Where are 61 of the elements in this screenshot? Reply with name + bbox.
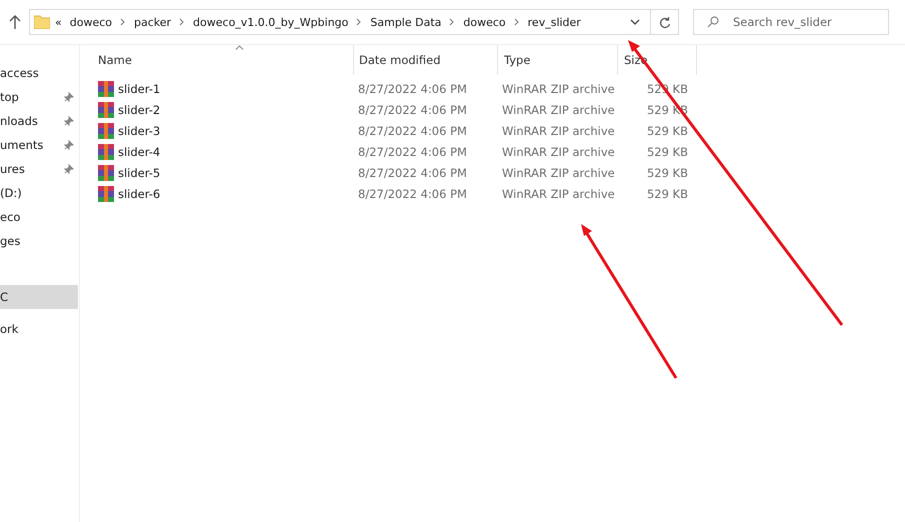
table-cell-text: WinRAR ZIP archive [502,144,616,158]
chevron-icon [179,18,186,26]
table-cell-text: 8/27/2022 4:06 PM [358,102,468,116]
refresh-icon [658,16,670,28]
table-cell-text: 8/27/2022 4:06 PM [358,186,468,200]
file-name[interactable]: slider-5 [118,166,160,180]
breadcrumb[interactable]: doweco_v1.0.0_by_Wpbingo [193,16,348,28]
archive-icon [98,186,114,202]
breadcrumb[interactable]: rev_slider [528,16,581,28]
table-cell-text: 529 KB [646,166,688,180]
table-cell-text: 529 KB [646,144,688,158]
archive-icon [98,102,114,118]
dropdown-icon[interactable] [630,19,640,25]
table-cell-text: WinRAR ZIP archive [502,166,616,180]
chevron-icon [356,18,362,26]
table-cell-text: WinRAR ZIP archive [502,186,616,200]
sidebar-item[interactable]: (D:) [0,181,78,205]
search-field[interactable]: Search rev_slider [693,9,889,35]
file-name[interactable]: slider-3 [118,124,160,138]
table-cell-text: 8/27/2022 4:06 PM [358,124,468,138]
table-cell-text: WinRAR ZIP archive [502,102,616,116]
sidebar-item[interactable]: nloads [0,109,78,133]
search-icon [707,16,719,28]
sidebar-item[interactable]: C [0,285,78,309]
up-arrow-icon[interactable] [9,15,21,29]
sidebar-item[interactable]: uments [0,133,78,157]
table-cell-text: 8/27/2022 4:06 PM [358,82,468,96]
table-cell-text: WinRAR ZIP archive [502,124,616,138]
address-bar[interactable]: « doweco packer doweco_v1.0.0_by_Wpbingo Sample Data doweco rev_slider [29,9,679,35]
column-header[interactable]: Name [98,45,353,75]
chevron-icon [120,18,126,26]
table-cell-text: 529 KB [646,124,688,138]
sidebar-item[interactable]: access [0,61,78,85]
folder-icon [34,15,50,29]
chevron-icon [449,18,456,26]
table-cell-text: 8/27/2022 4:06 PM [358,144,468,158]
archive-icon [98,164,114,180]
overflow-chevron[interactable]: « [55,16,62,28]
archive-icon [98,122,114,138]
file-name[interactable]: slider-1 [118,82,160,96]
breadcrumb[interactable]: doweco [70,16,112,28]
sidebar-item[interactable]: ures [0,157,78,181]
table-cell-text: 8/27/2022 4:06 PM [358,166,468,180]
file-name[interactable]: slider-2 [118,102,160,116]
sidebar-item[interactable]: top [0,85,78,109]
archive-icon [98,80,114,96]
sidebar-item[interactable]: ork [0,317,78,341]
file-name[interactable]: slider-6 [118,186,160,200]
sidebar-item[interactable]: eco [0,205,78,229]
column-header[interactable]: Date modified [353,45,497,75]
file-name[interactable]: slider-4 [118,144,160,158]
chevron-icon [514,18,520,26]
table-cell-text: WinRAR ZIP archive [502,82,616,96]
archive-icon [98,144,114,160]
sort-caret-icon [235,45,244,50]
sidebar-item[interactable]: ges [0,229,78,253]
breadcrumb[interactable]: doweco [463,16,506,28]
table-cell-text: 529 KB [646,186,688,200]
breadcrumb[interactable]: packer [134,16,172,28]
column-header[interactable]: Type [497,45,617,75]
breadcrumb[interactable]: Sample Data [370,16,442,28]
